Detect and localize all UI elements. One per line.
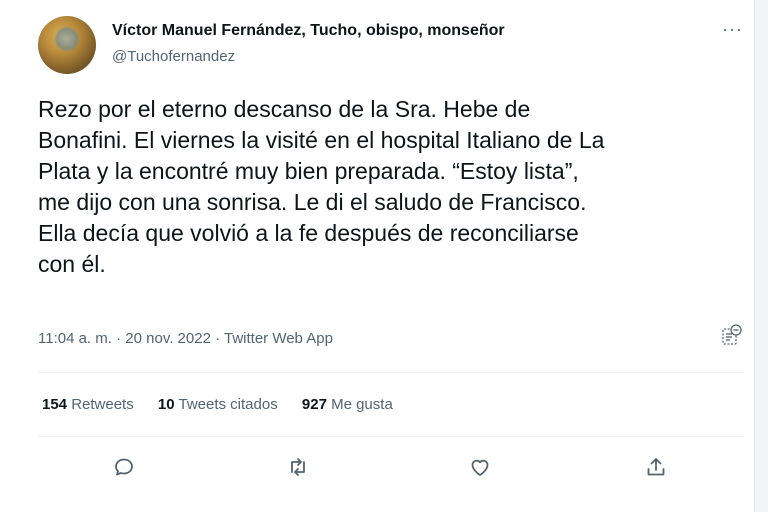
author-handle[interactable]: @Tuchofernandez [112, 48, 235, 65]
tweet-text-line: Plata y la encontré muy bien preparada. … [38, 158, 579, 184]
quotes-stat[interactable]: 10 Tweets citados [158, 396, 278, 413]
divider [38, 436, 744, 437]
likes-count: 927 [301, 396, 327, 413]
reply-icon[interactable] [112, 455, 136, 479]
translate-icon[interactable] [721, 323, 743, 349]
more-horizontal-icon[interactable]: ··· [722, 20, 743, 38]
retweets-label: Retweets [67, 396, 134, 413]
tweet-text-line: Bonafini. El viernes la visité en el hos… [38, 127, 605, 153]
tweet-source-app[interactable]: Twitter Web App [224, 330, 333, 347]
tweet-text-line: Rezo por el eterno descanso de la Sra. H… [38, 96, 531, 122]
tweet-text: Rezo por el eterno descanso de la Sra. H… [38, 94, 750, 280]
tweet-text-line: me dijo con una sonrisa. Le di el saludo… [38, 189, 587, 215]
divider [38, 372, 744, 373]
tweet-meta: 11:04 a. m. · 20 nov. 2022 · Twitter Web… [38, 330, 333, 347]
tweet-stats: 154 Retweets 10 Tweets citados 927 Me gu… [42, 396, 413, 413]
avatar[interactable] [38, 16, 96, 74]
scrollbar-track[interactable] [754, 0, 768, 512]
tweet-text-line: con él. [38, 251, 106, 277]
quotes-label: Tweets citados [174, 396, 278, 413]
share-icon[interactable] [644, 455, 668, 479]
likes-stat[interactable]: 927 Me gusta [302, 396, 393, 413]
likes-label: Me gusta [326, 396, 393, 413]
meta-separator: · [210, 330, 224, 347]
like-icon[interactable] [468, 455, 492, 479]
tweet-date[interactable]: 20 nov. 2022 [125, 330, 211, 347]
tweet-text-line: Ella decía que volvió a la fe después de… [38, 220, 579, 246]
author-name[interactable]: Víctor Manuel Fernández, Tucho, obispo, … [112, 22, 505, 40]
retweet-icon[interactable] [286, 455, 310, 479]
tweet-time[interactable]: 11:04 a. m. [38, 330, 112, 347]
tweet-card: Víctor Manuel Fernández, Tucho, obispo, … [0, 0, 768, 512]
quotes-count: 10 [157, 396, 175, 413]
meta-separator: · [111, 330, 126, 347]
retweets-count: 154 [42, 396, 68, 413]
retweets-stat[interactable]: 154 Retweets [42, 396, 134, 413]
